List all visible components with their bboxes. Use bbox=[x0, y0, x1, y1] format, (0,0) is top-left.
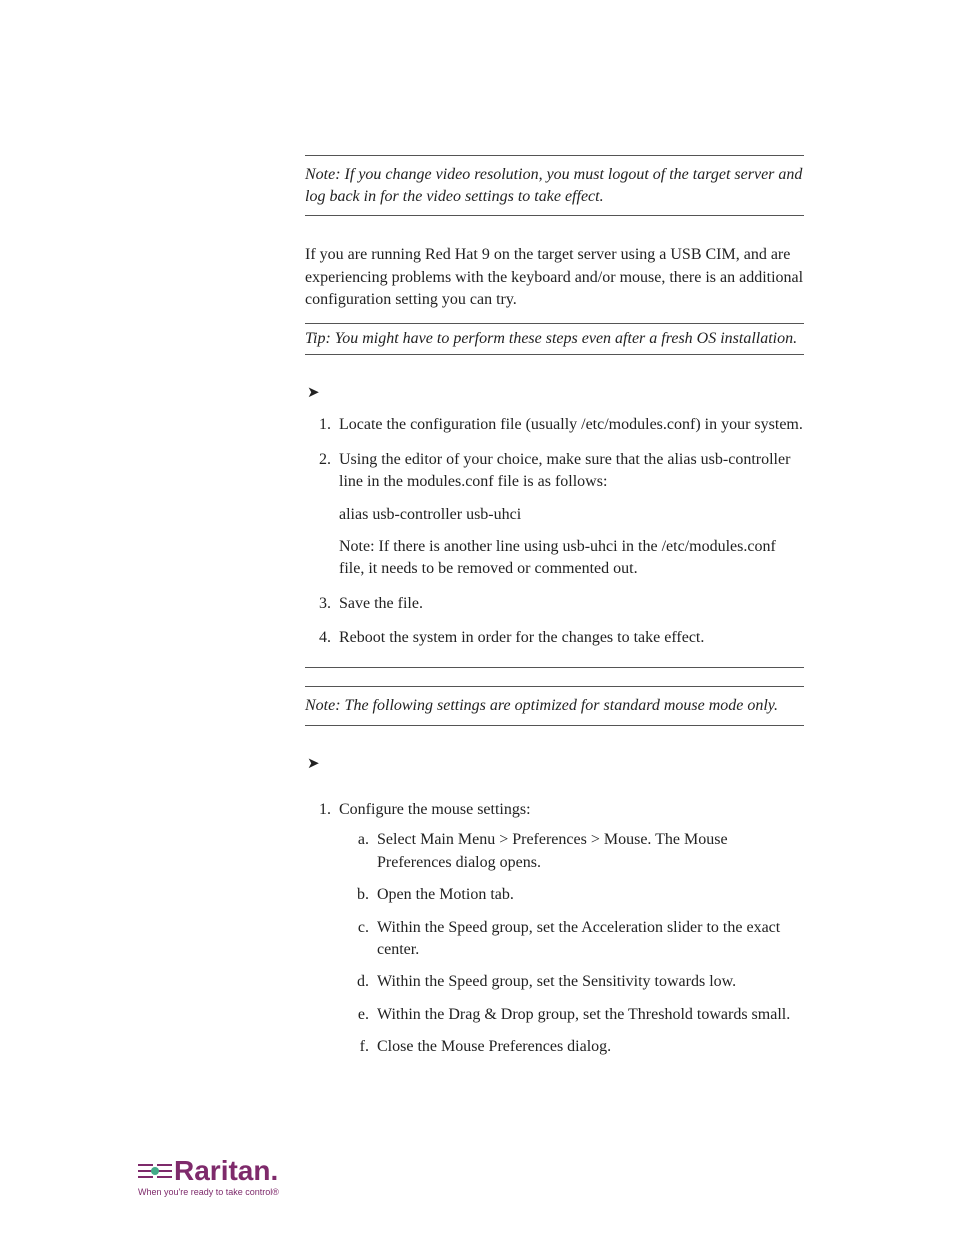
intro-paragraph: If you are running Red Hat 9 on the targ… bbox=[305, 244, 804, 311]
step-2-text: Using the editor of your choice, make su… bbox=[339, 451, 790, 490]
brand-name: Raritan. bbox=[174, 1157, 278, 1185]
tip-box: Tip: You might have to perform these ste… bbox=[305, 323, 804, 355]
logo-dot-icon bbox=[151, 1167, 159, 1175]
substep-c: Within the Speed group, set the Accelera… bbox=[373, 917, 804, 962]
step-configure-mouse-text: Configure the mouse settings: bbox=[339, 801, 531, 818]
step-configure-mouse: Configure the mouse settings: Select Mai… bbox=[335, 799, 804, 1059]
divider bbox=[305, 667, 804, 668]
page-content: Note: If you change video resolution, yo… bbox=[0, 0, 954, 1059]
note-box-2: Note: The following settings are optimiz… bbox=[305, 686, 804, 726]
step-1: Locate the configuration file (usually /… bbox=[335, 414, 804, 436]
step-4: Reboot the system in order for the chang… bbox=[335, 627, 804, 649]
logo-icon bbox=[138, 1160, 172, 1182]
step-3: Save the file. bbox=[335, 593, 804, 615]
step-2: Using the editor of your choice, make su… bbox=[335, 449, 804, 581]
substep-d: Within the Speed group, set the Sensitiv… bbox=[373, 971, 804, 993]
substep-e: Within the Drag & Drop group, set the Th… bbox=[373, 1004, 804, 1026]
steps-list-2: Configure the mouse settings: Select Mai… bbox=[305, 799, 804, 1059]
note-box-1: Note: If you change video resolution, yo… bbox=[305, 155, 804, 216]
footer-logo: Raritan. When you're ready to take contr… bbox=[138, 1157, 279, 1197]
brand-logo: Raritan. bbox=[138, 1157, 279, 1185]
step-2-code: alias usb-controller usb-uhci bbox=[339, 504, 804, 526]
step-2-note: Note: If there is another line using usb… bbox=[339, 536, 804, 581]
substeps-list: Select Main Menu > Preferences > Mouse. … bbox=[339, 829, 804, 1058]
brand-tagline: When you're ready to take control® bbox=[138, 1187, 279, 1197]
steps-list-1: Locate the configuration file (usually /… bbox=[305, 414, 804, 649]
substep-a: Select Main Menu > Preferences > Mouse. … bbox=[373, 829, 804, 874]
substep-f: Close the Mouse Preferences dialog. bbox=[373, 1036, 804, 1058]
arrow-icon: ➤ bbox=[307, 754, 804, 773]
arrow-icon: ➤ bbox=[307, 383, 804, 402]
substep-b: Open the Motion tab. bbox=[373, 884, 804, 906]
